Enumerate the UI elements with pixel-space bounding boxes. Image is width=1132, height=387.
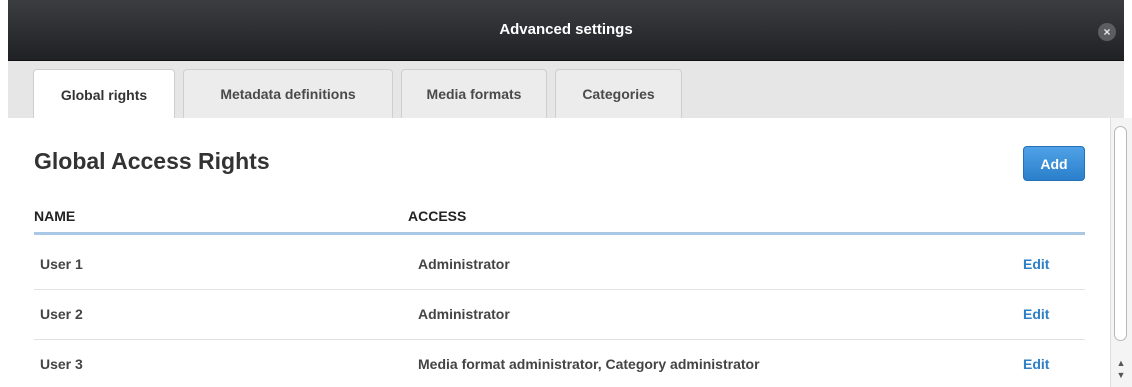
scroll-up-arrow-icon[interactable]: ▲ — [1114, 358, 1128, 368]
column-header-name[interactable]: NAME — [34, 208, 75, 224]
edit-link[interactable]: Edit — [1023, 239, 1049, 289]
tab-categories[interactable]: Categories — [555, 69, 682, 118]
add-button[interactable]: Add — [1023, 146, 1085, 181]
header-divider — [34, 232, 1085, 235]
table-row: User 1 Administrator Edit — [34, 239, 1085, 290]
access-level: Media format administrator, Category adm… — [418, 356, 760, 372]
column-header-access[interactable]: ACCESS — [408, 208, 466, 224]
tab-global-rights[interactable]: Global rights — [33, 69, 175, 119]
user-name: User 2 — [40, 306, 83, 322]
edit-link[interactable]: Edit — [1023, 339, 1049, 387]
global-rights-panel: Global Access Rights Add NAME ACCESS Use… — [8, 118, 1110, 387]
table-row: User 3 Media format administrator, Categ… — [34, 339, 1085, 387]
close-icon[interactable]: × — [1098, 23, 1116, 41]
tab-bar: Global rights Metadata definitions Media… — [8, 61, 1124, 119]
dialog-title: Advanced settings — [499, 21, 633, 38]
scroll-down-arrow-icon[interactable]: ▼ — [1114, 370, 1128, 380]
access-level: Administrator — [418, 306, 510, 322]
user-name: User 3 — [40, 356, 83, 372]
advanced-settings-dialog: Advanced settings × Global rights Metada… — [0, 0, 1132, 387]
title-bar: Advanced settings × — [8, 0, 1124, 61]
access-level: Administrator — [418, 256, 510, 272]
edit-link[interactable]: Edit — [1023, 289, 1049, 339]
scrollbar-thumb[interactable] — [1114, 126, 1127, 341]
user-name: User 1 — [40, 256, 83, 272]
table-row: User 2 Administrator Edit — [34, 289, 1085, 340]
page-title: Global Access Rights — [34, 148, 270, 174]
tab-media-formats[interactable]: Media formats — [401, 69, 547, 118]
tab-metadata-definitions[interactable]: Metadata definitions — [183, 69, 393, 118]
